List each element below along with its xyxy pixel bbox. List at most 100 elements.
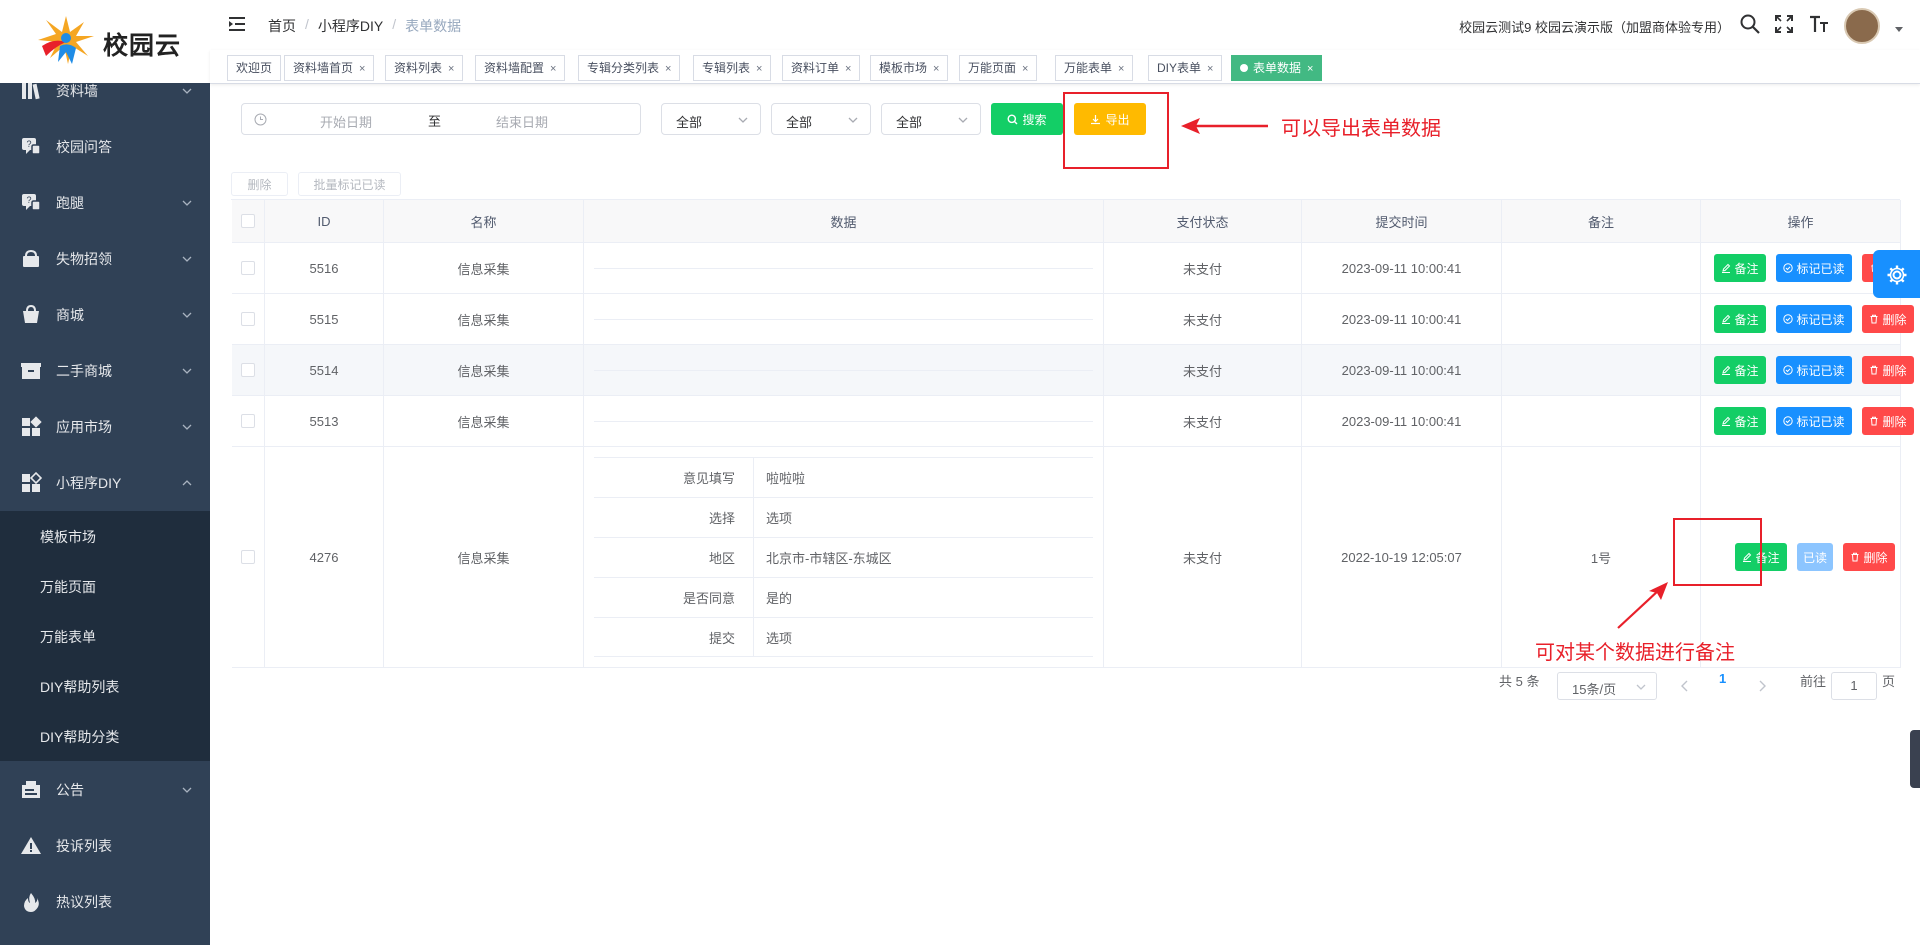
tag-materials-config[interactable]: 资料墙配置 × xyxy=(475,55,566,81)
row-checkbox[interactable] xyxy=(241,550,255,564)
search-icon[interactable] xyxy=(1739,13,1761,35)
sidebar-item-campus-qa[interactable]: ? 校园问答 xyxy=(0,119,210,175)
sidebar-item-complaints[interactable]: 投诉列表 xyxy=(0,818,210,874)
close-icon[interactable]: × xyxy=(448,63,454,75)
bulk-mark-read-button[interactable]: 批量标记已读 xyxy=(298,172,401,196)
tag-label: 表单数据 xyxy=(1253,61,1302,75)
row-pay-status: 未支付 xyxy=(1104,345,1302,395)
bulk-delete-button[interactable]: 删除 xyxy=(231,172,288,196)
tag-welcome[interactable]: 欢迎页 xyxy=(227,55,282,81)
delete-button-label: 删除 xyxy=(1882,414,1907,429)
submenu-item-diy-help-category[interactable]: DIY帮助分类 xyxy=(0,712,210,762)
delete-button[interactable]: 删除 xyxy=(1862,407,1914,435)
tags-view: 欢迎页 资料墙首页 × 资料列表 × 资料墙配置 × 专辑分类列表 × 专辑列表 × 资料… xyxy=(210,50,1920,84)
sidebar-item-errands[interactable]: ? 跑腿 xyxy=(0,175,210,231)
sidebar-item-mini-program-diy[interactable]: 小程序DIY xyxy=(0,455,210,511)
mark-read-button[interactable]: 标记已读 xyxy=(1776,407,1852,435)
select-all-checkbox[interactable] xyxy=(241,214,255,228)
detail-label: 选择 xyxy=(594,498,754,537)
breadcrumb-home[interactable]: 首页 xyxy=(268,16,296,36)
menu-toggle-icon[interactable] xyxy=(228,15,246,33)
side-scroll-handle[interactable] xyxy=(1910,730,1920,788)
mark-read-button[interactable]: 标记已读 xyxy=(1776,356,1852,384)
filter-select-3[interactable]: 全部 xyxy=(881,103,981,135)
tag-album-category-list[interactable]: 专辑分类列表 × xyxy=(578,55,681,81)
tag-materials-orders[interactable]: 资料订单 × xyxy=(782,55,861,81)
filter-select-2[interactable]: 全部 xyxy=(771,103,871,135)
fullscreen-icon[interactable] xyxy=(1773,13,1795,35)
tag-diy-form[interactable]: DIY表单 × xyxy=(1148,55,1223,81)
close-icon[interactable]: × xyxy=(665,63,671,75)
chevron-down-icon xyxy=(182,312,192,318)
delete-button[interactable]: 删除 xyxy=(1843,543,1895,571)
close-icon[interactable]: × xyxy=(1207,63,1213,75)
tag-materials-home[interactable]: 资料墙首页 × xyxy=(284,55,375,81)
submenu-item-template-market[interactable]: 模板市场 xyxy=(0,512,210,562)
tag-album-list[interactable]: 专辑列表 × xyxy=(693,55,772,81)
sidebar-item-label: 资料墙 xyxy=(56,83,98,99)
sidebar-item-materials-wall[interactable]: 资料墙 xyxy=(0,83,210,119)
close-icon[interactable]: × xyxy=(1022,63,1028,75)
sidebar-item-hot-topics[interactable]: 热议列表 xyxy=(0,874,210,930)
goto-suffix: 页 xyxy=(1882,674,1896,689)
prev-page-icon[interactable] xyxy=(1680,680,1690,692)
close-icon[interactable]: × xyxy=(1307,63,1313,75)
tag-template-market[interactable]: 模板市场 × xyxy=(870,55,949,81)
current-page[interactable]: 1 xyxy=(1719,671,1726,686)
trash-icon xyxy=(1851,552,1859,562)
submenu-item-universal-form[interactable]: 万能表单 xyxy=(0,612,210,662)
tag-universal-page[interactable]: 万能页面 × xyxy=(959,55,1038,81)
sidebar-item-label: 失物招领 xyxy=(56,251,112,267)
mark-read-button[interactable]: 标记已读 xyxy=(1776,254,1852,282)
mark-read-button[interactable]: 标记已读 xyxy=(1776,305,1852,333)
detail-label: 提交 xyxy=(594,618,754,656)
close-icon[interactable]: × xyxy=(756,63,762,75)
remark-button[interactable]: 备注 xyxy=(1714,407,1766,435)
remark-button[interactable]: 备注 xyxy=(1714,254,1766,282)
column-header-name: 名称 xyxy=(384,200,584,242)
avatar[interactable] xyxy=(1844,8,1880,44)
row-checkbox[interactable] xyxy=(241,414,255,428)
submenu-item-universal-page[interactable]: 万能页面 xyxy=(0,562,210,612)
row-checkbox[interactable] xyxy=(241,261,255,275)
tag-form-data[interactable]: 表单数据 × xyxy=(1231,55,1323,81)
close-icon[interactable]: × xyxy=(550,63,556,75)
tag-materials-list[interactable]: 资料列表 × xyxy=(385,55,464,81)
font-size-icon[interactable] xyxy=(1808,13,1830,35)
sidebar-item-notice[interactable]: 公告 xyxy=(0,762,210,818)
filter-select-1[interactable]: 全部 xyxy=(661,103,761,135)
remark-button[interactable]: 备注 xyxy=(1714,356,1766,384)
detail-row: 意见填写 啦啦啦 xyxy=(594,457,1093,497)
end-date-input[interactable]: 结束日期 xyxy=(496,112,548,131)
delete-button[interactable]: 删除 xyxy=(1862,356,1914,384)
sidebar-item-lost-found[interactable]: 失物招领 xyxy=(0,231,210,287)
select-all-cell xyxy=(232,200,265,242)
sidebar-item-mall[interactable]: 商城 xyxy=(0,287,210,343)
start-date-input[interactable]: 开始日期 xyxy=(320,112,372,131)
tag-universal-form[interactable]: 万能表单 × xyxy=(1055,55,1134,81)
breadcrumb-separator: / xyxy=(392,16,397,32)
breadcrumb-mini-program-diy[interactable]: 小程序DIY xyxy=(318,16,383,36)
remark-button-label: 备注 xyxy=(1734,312,1759,327)
settings-button[interactable] xyxy=(1873,250,1920,298)
close-icon[interactable]: × xyxy=(359,63,365,75)
delete-button[interactable]: 删除 xyxy=(1862,305,1914,333)
next-page-icon[interactable] xyxy=(1757,680,1767,692)
close-icon[interactable]: × xyxy=(845,63,851,75)
sidebar-item-app-market[interactable]: 应用市场 xyxy=(0,399,210,455)
submenu-item-diy-help-list[interactable]: DIY帮助列表 xyxy=(0,662,210,712)
goto-page-input[interactable]: 1 xyxy=(1831,672,1877,700)
chevron-down-icon xyxy=(182,787,192,793)
remark-button[interactable]: 备注 xyxy=(1714,305,1766,333)
sidebar-item-second-hand[interactable]: 二手商城 xyxy=(0,343,210,399)
search-button[interactable]: 搜索 xyxy=(991,103,1063,135)
sidebar-item-label: 跑腿 xyxy=(56,195,84,211)
close-icon[interactable]: × xyxy=(1118,63,1124,75)
row-checkbox[interactable] xyxy=(241,363,255,377)
caret-down-icon[interactable] xyxy=(1894,24,1904,34)
table-row: 5516 信息采集 未支付 2023-09-11 10:00:41 备注 标记已… xyxy=(232,243,1901,294)
close-icon[interactable]: × xyxy=(933,63,939,75)
page-size-select[interactable]: 15条/页 xyxy=(1557,672,1657,700)
date-range-picker[interactable]: 开始日期 至 结束日期 xyxy=(241,103,641,135)
row-checkbox[interactable] xyxy=(241,312,255,326)
